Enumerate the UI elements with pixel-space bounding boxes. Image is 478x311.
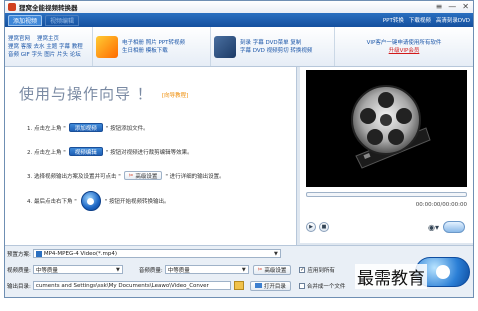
- tab-add-video[interactable]: 添加视频: [8, 14, 43, 26]
- menu-icon[interactable]: ≡: [436, 2, 443, 11]
- vip-upgrade-link[interactable]: 升级VIP会员: [389, 48, 420, 54]
- link-burn-dvd[interactable]: 高清刻录DVD: [436, 16, 470, 24]
- convert-icon: [435, 265, 450, 279]
- promo-box-site[interactable]: 狸窝官网 狸窝主页 狸窝 客服 去水 主题 字幕 教程 音频 GIF 字头 图片…: [5, 27, 93, 66]
- chevron-down-icon: ▼: [116, 267, 120, 273]
- film-reel-icon: [306, 70, 467, 187]
- video-quality-value: 中等质量: [35, 267, 58, 274]
- output-dir-value: cuments and Settings\ssk\My Documents\Le…: [35, 282, 209, 289]
- open-folder-icon: [254, 283, 262, 288]
- profile-row: 预置方案: MP4-MPEG-4 Video(*.mp4) ▼: [7, 248, 281, 259]
- promo-banner: 狸窝官网 狸窝主页 狸窝 客服 去水 主题 字幕 教程 音频 GIF 字头 图片…: [5, 27, 473, 67]
- promo-album-line1[interactable]: 电子相册 照片 PPT转视频: [122, 39, 185, 47]
- advanced-settings-label: 高级设置: [264, 267, 287, 274]
- preview-panel: 00:00:00/00:00:00 ▶ ■ ◉▾: [300, 67, 473, 243]
- advanced-settings-button[interactable]: ✂ 高级设置: [252, 264, 292, 275]
- app-window: 狸窝全能视频转换器 ≡ — ✕ 添加视频 视频编辑 PPT转换 下载视频 高清刻…: [4, 0, 474, 298]
- promo-box-dvd[interactable]: 刻录 字幕 DVD菜单 复制 字幕 DVD 视频剪切 转换视频: [211, 27, 335, 66]
- top-menu-bar: 添加视频 视频编辑 PPT转换 下载视频 高清刻录DVD: [5, 13, 473, 27]
- promo-home-link[interactable]: 狸窝主页: [37, 36, 59, 42]
- chevron-down-icon: ▼: [274, 251, 278, 257]
- step-advanced-settings-button[interactable]: ✂ 高级设置: [123, 171, 163, 180]
- video-quality-select[interactable]: 中等质量 ▼: [32, 265, 123, 274]
- output-row: 输出目录: cuments and Settings\ssk\My Docume…: [7, 280, 345, 291]
- promo-album-line2[interactable]: 生日相册 模板下载: [122, 47, 185, 55]
- stop-icon[interactable]: ■: [319, 222, 329, 232]
- timeline-slider[interactable]: [306, 192, 467, 197]
- output-dir-field[interactable]: cuments and Settings\ssk\My Documents\Le…: [32, 281, 231, 290]
- step-1-text: 1. 点击左上角 ": [27, 125, 66, 132]
- play-icon[interactable]: ▶: [306, 222, 316, 232]
- volume-icon[interactable]: [443, 221, 465, 233]
- wizard-title: 使用与操作向导 ！: [19, 85, 153, 103]
- step-3-after: " 进行详细的输出设置。: [165, 173, 225, 180]
- folder-icon[interactable]: [233, 281, 244, 290]
- link-ppt-convert[interactable]: PPT转换: [383, 16, 404, 24]
- merge-option[interactable]: 合并成一个文件: [298, 282, 346, 290]
- ppt-logo-icon: [96, 35, 118, 58]
- close-icon[interactable]: ✕: [462, 2, 469, 11]
- audio-quality-select[interactable]: 中等质量 ▼: [164, 265, 249, 274]
- step-2-after: " 按钮对视频进行裁剪编辑等效果。: [105, 149, 193, 156]
- video-preview-screen: [306, 70, 467, 187]
- snapshot-camera-icon[interactable]: ◉▾: [428, 223, 439, 232]
- profile-label: 预置方案:: [7, 251, 31, 258]
- watermark-text: 最需教育: [355, 264, 427, 289]
- wizard-step-1: 1. 点击左上角 " 添加视频 " 按钮添加文件。: [27, 123, 149, 132]
- playback-controls: ▶ ■ ◉▾: [306, 219, 467, 235]
- tab-edit-video[interactable]: 视频编辑: [45, 14, 80, 26]
- promo-site-line2[interactable]: 狸窝 客服 去水 主题 字幕 教程: [8, 43, 83, 51]
- app-logo-icon: [8, 3, 16, 11]
- wizard-step-4: 4. 最后点击右下角 " " 按钮开始视频转换输出。: [27, 191, 170, 211]
- profile-select[interactable]: MP4-MPEG-4 Video(*.mp4) ▼: [32, 249, 281, 258]
- wizard-step-2: 2. 点击左上角 " 视频编辑 " 按钮对视频进行裁剪编辑等效果。: [27, 147, 193, 156]
- step-2-text: 2. 点击左上角 ": [27, 149, 66, 156]
- window-title: 狸窝全能视频转换器: [19, 4, 78, 12]
- window-controls: ≡ — ✕: [436, 2, 469, 11]
- output-dir-label: 输出目录:: [7, 283, 31, 290]
- step-edit-video-button[interactable]: 视频编辑: [68, 147, 103, 156]
- step-4-after: " 按钮开始视频转换输出。: [104, 199, 170, 205]
- top-links: PPT转换 下载视频 高清刻录DVD: [383, 16, 470, 24]
- apply-all-option[interactable]: ✓ 应用到所有: [299, 266, 335, 274]
- step-advanced-label: 高级设置: [135, 173, 158, 180]
- wizard-panel: 使用与操作向导 ！ [向导教程] 1. 点击左上角 " 添加视频 " 按钮添加文…: [5, 67, 297, 245]
- promo-dvd-line2[interactable]: 字幕 DVD 视频剪切 转换视频: [240, 47, 312, 55]
- audio-quality-value: 中等质量: [167, 267, 190, 274]
- scissors-icon: ✂: [257, 266, 263, 273]
- minimize-icon[interactable]: —: [448, 2, 456, 11]
- wizard-tutorial-link[interactable]: [向导教程]: [162, 91, 188, 99]
- promo-vip-line1[interactable]: VIP客户一键申请使用所有软件: [367, 39, 442, 47]
- step-1-after: " 按钮添加文件。: [105, 125, 149, 132]
- open-directory-label: 打开目录: [263, 283, 286, 290]
- timecode-display: 00:00:00/00:00:00: [415, 202, 467, 208]
- settings-icon: ✂: [128, 172, 134, 179]
- profile-value: MP4-MPEG-4 Video(*.mp4): [43, 250, 117, 257]
- promo-box-album[interactable]: 电子相册 照片 PPT转视频 生日相册 模板下载: [93, 27, 211, 66]
- promo-dvd-line1[interactable]: 刻录 字幕 DVD菜单 复制: [240, 39, 312, 47]
- convert-round-icon[interactable]: [80, 191, 101, 211]
- link-download-video[interactable]: 下载视频: [409, 16, 431, 24]
- title-bar: 狸窝全能视频转换器 ≡ — ✕: [5, 1, 473, 13]
- apply-all-checkbox[interactable]: ✓: [299, 266, 306, 273]
- step-3-text: 3. 选择视频输出方案及设置并可点击 ": [27, 173, 121, 180]
- chevron-down-icon: ▼: [241, 267, 246, 273]
- film-burn-icon: [214, 35, 236, 58]
- format-icon: [35, 250, 42, 257]
- open-directory-button[interactable]: 打开目录: [249, 280, 291, 291]
- wizard-step-3: 3. 选择视频输出方案及设置并可点击 " ✂ 高级设置 " 进行详细的输出设置。: [27, 171, 225, 180]
- promo-site-link[interactable]: 狸窝官网: [8, 36, 30, 42]
- audio-quality-label: 音频质量:: [138, 267, 163, 274]
- apply-all-label: 应用到所有: [307, 267, 335, 274]
- step-add-video-button[interactable]: 添加视频: [68, 123, 103, 132]
- video-quality-label: 视频质量:: [7, 267, 31, 274]
- promo-site-line3[interactable]: 音频 GIF 字头 图片 片头 论坛: [8, 51, 83, 59]
- merge-checkbox[interactable]: [298, 282, 305, 289]
- promo-box-vip[interactable]: VIP客户一键申请使用所有软件 升级VIP会员: [335, 27, 473, 66]
- step-4-text: 4. 最后点击右下角 ": [27, 199, 77, 205]
- merge-label: 合并成一个文件: [306, 283, 346, 290]
- quality-row: 视频质量: 中等质量 ▼ 音频质量: 中等质量 ▼ ✂ 高级设置 ✓ 应用到所有: [7, 264, 335, 275]
